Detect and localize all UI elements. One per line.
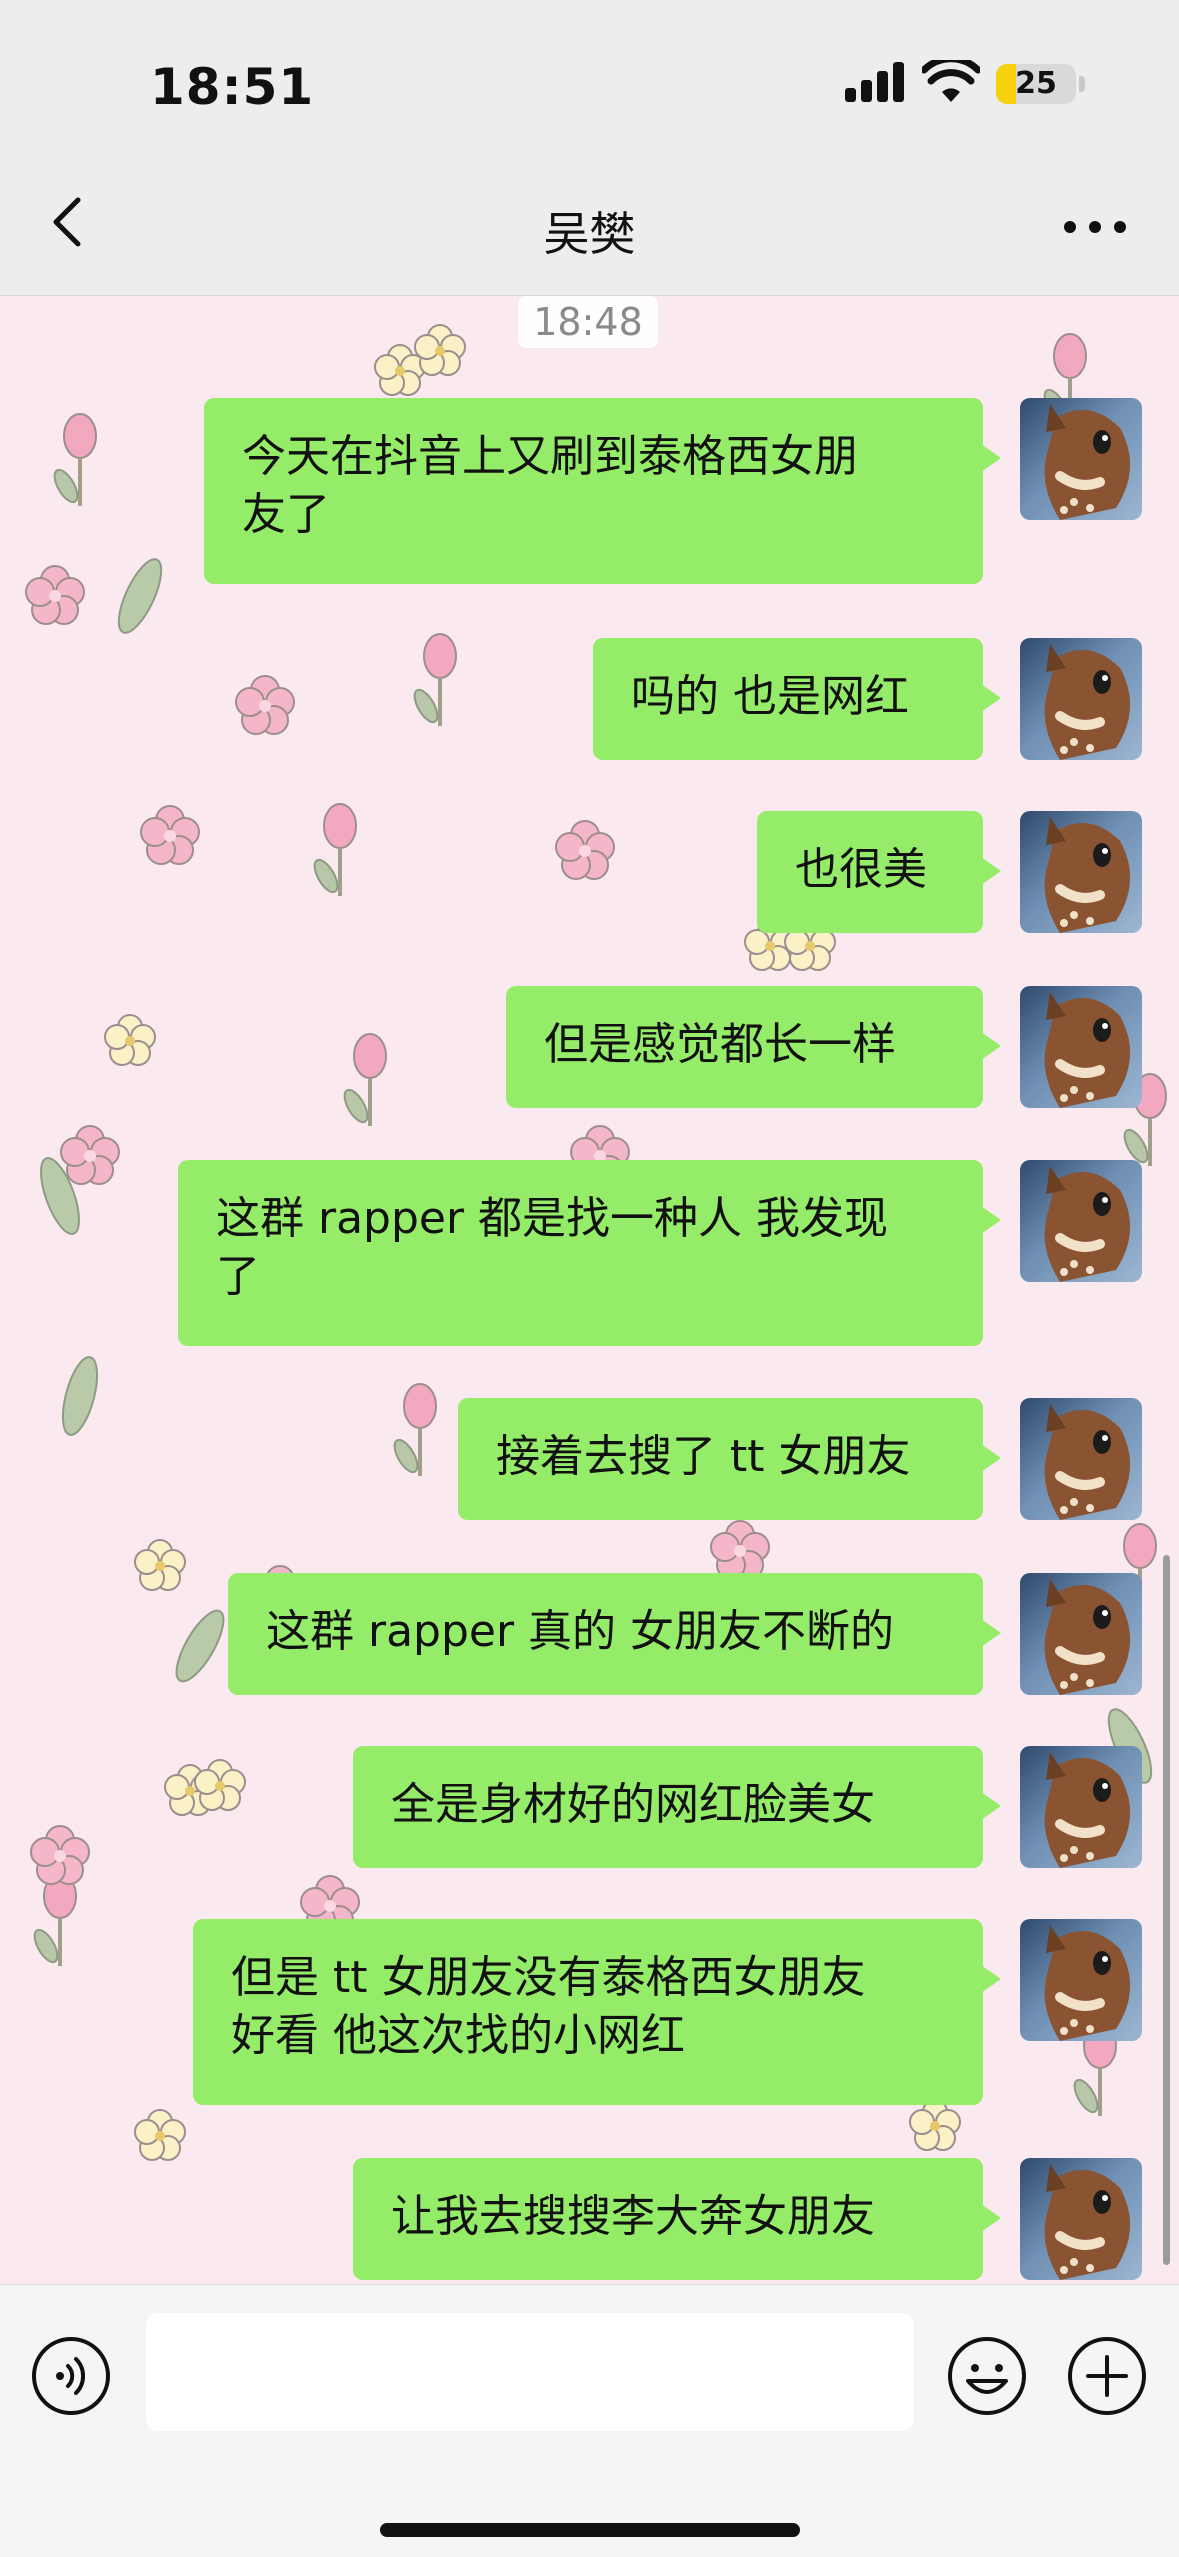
wifi-icon [922, 60, 980, 102]
message-bubble[interactable]: 全是身材好的网红脸美女 [353, 1746, 1001, 1868]
avatar[interactable] [1020, 1919, 1142, 2041]
chat-area[interactable]: 18:48 今天在抖音上又刷到泰格西女朋 友了吗的 也是网红也很美但是感觉都长一… [0, 296, 1179, 2284]
avatar[interactable] [1020, 1398, 1142, 1520]
fawn-avatar-icon [1044, 1925, 1131, 2041]
fawn-avatar-icon [1044, 404, 1131, 520]
fawn-avatar-icon [1044, 1579, 1131, 1695]
status-time: 18:51 [150, 58, 315, 116]
fawn-avatar-icon [1044, 1404, 1131, 1520]
message-bubble[interactable]: 也很美 [757, 811, 1001, 933]
message-bubble[interactable]: 今天在抖音上又刷到泰格西女朋 友了 [204, 398, 1001, 584]
message-bubble[interactable]: 接着去搜了 tt 女朋友 [458, 1398, 1001, 1520]
message-bubble[interactable]: 让我去搜搜李大奔女朋友 [353, 2158, 1001, 2280]
avatar[interactable] [1020, 811, 1142, 933]
chat-title: 吴樊 [543, 207, 636, 261]
nav-bar: 吴樊 [0, 150, 1179, 296]
fawn-avatar-icon [1044, 1752, 1131, 1868]
avatar[interactable] [1020, 986, 1142, 1108]
message-input[interactable] [146, 2313, 914, 2431]
fawn-avatar-icon [1044, 644, 1131, 760]
battery-icon: 25 [996, 64, 1076, 104]
avatar[interactable] [1020, 638, 1142, 760]
message-bubble[interactable]: 吗的 也是网红 [593, 638, 1001, 760]
avatar[interactable] [1020, 1160, 1142, 1282]
fawn-avatar-icon [1044, 992, 1131, 1108]
message-bubble[interactable]: 这群 rapper 都是找一种人 我发现 了 [178, 1160, 1001, 1346]
fawn-avatar-icon [1044, 817, 1131, 933]
message-bubble[interactable]: 但是感觉都长一样 [506, 986, 1001, 1108]
chat-timestamp: 18:48 [518, 296, 658, 348]
avatar[interactable] [1020, 1573, 1142, 1695]
home-indicator [380, 2523, 800, 2537]
fawn-avatar-icon [1044, 2164, 1131, 2280]
input-bar [0, 2284, 1179, 2557]
fawn-avatar-icon [1044, 1166, 1131, 1282]
cellular-signal-icon [845, 60, 907, 102]
status-bar: 18:51 25 [0, 0, 1179, 150]
avatar[interactable] [1020, 398, 1142, 520]
battery-level: 25 [1015, 66, 1057, 101]
message-bubble[interactable]: 但是 tt 女朋友没有泰格西女朋友 好看 他这次找的小网红 [193, 1919, 1001, 2105]
voice-icon[interactable] [30, 2335, 112, 2417]
message-bubble[interactable]: 这群 rapper 真的 女朋友不断的 [228, 1573, 1001, 1695]
more-dots-icon[interactable] [1060, 212, 1130, 242]
battery-tip [1079, 76, 1085, 92]
plus-circle-icon[interactable] [1066, 2335, 1148, 2417]
avatar[interactable] [1020, 2158, 1142, 2280]
emoji-icon[interactable] [946, 2335, 1028, 2417]
avatar[interactable] [1020, 1746, 1142, 1868]
scroll-indicator [1163, 1555, 1170, 2265]
